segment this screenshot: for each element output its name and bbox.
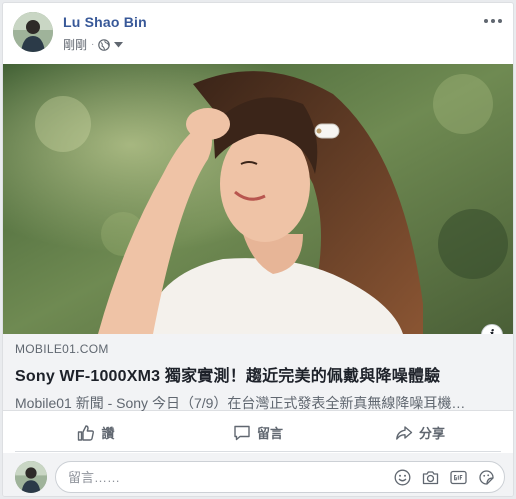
share-icon [395,424,413,442]
link-title[interactable]: Sony WF-1000XM3 獨家實測！趨近完美的佩戴與降噪體驗 [15,362,501,386]
comment-tools [393,468,496,487]
emoji-icon[interactable] [393,468,412,487]
post-meta: 剛剛 · [63,36,124,53]
thumbs-up-icon [77,424,95,442]
comment-button[interactable]: 留言 [177,420,339,451]
more-dot [498,19,502,23]
post-header: Lu Shao Bin 剛剛 · [3,3,513,63]
link-description: Mobile01 新聞 - Sony 今日（7/9）在台灣正式發表全新真無線降噪… [15,395,466,411]
comment-composer [3,453,513,496]
share-label: 分享 [418,426,445,441]
comment-label: 留言 [256,426,283,441]
gif-icon[interactable] [449,468,468,487]
meta-separator: · [91,39,95,50]
share-button[interactable]: 分享 [339,420,501,451]
more-dot [491,19,495,23]
post-timestamp[interactable]: 剛剛 [63,36,87,53]
more-options-button[interactable] [481,13,505,29]
link-preview-image[interactable]: i [3,64,513,334]
chevron-down-icon[interactable] [114,41,124,48]
link-preview-text[interactable]: MOBILE01.COM Sony WF-1000XM3 獨家實測！趨近完美的佩… [3,334,513,411]
camera-icon[interactable] [421,468,440,487]
post-card: Lu Shao Bin 剛剛 · MOBILE01.COM Sony WF-10… [2,2,514,497]
comment-icon [233,424,251,442]
sticker-icon[interactable] [477,468,496,487]
photo-woman-earbuds [3,64,513,334]
author-name[interactable]: Lu Shao Bin [63,14,147,30]
like-label: 讚 [101,426,115,441]
commenter-avatar[interactable] [15,461,47,493]
comment-input-container [55,461,505,493]
post-action-bar: 讚 留言 分享 [15,420,501,452]
link-domain: MOBILE01.COM [15,342,109,356]
like-button[interactable]: 讚 [15,420,177,451]
author-avatar[interactable] [13,12,53,52]
comment-input[interactable] [68,469,393,485]
more-dot [484,19,488,23]
globe-icon[interactable] [98,38,111,51]
